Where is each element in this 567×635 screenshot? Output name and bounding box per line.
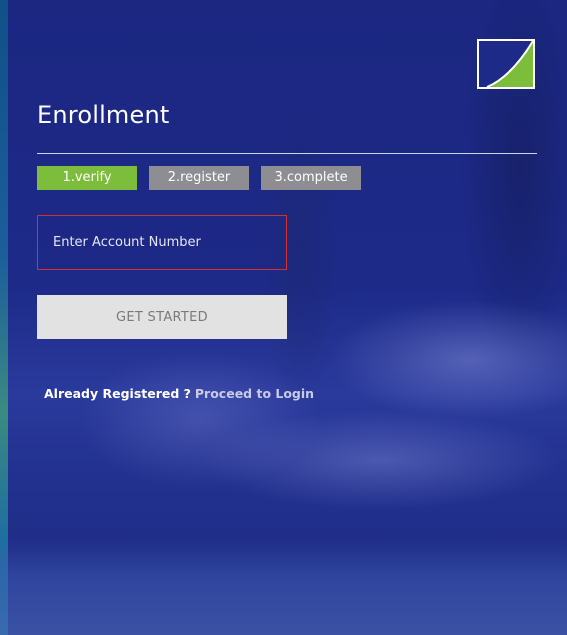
login-prompt: Already Registered ? Proceed to Login (44, 386, 314, 401)
enrollment-screen: Enrollment 1.verify 2.register 3.complet… (0, 0, 567, 635)
get-started-button[interactable]: GET STARTED (37, 295, 287, 339)
title-divider (37, 153, 537, 154)
account-number-field-wrapper (37, 215, 287, 270)
page-title: Enrollment (37, 101, 170, 129)
step-verify: 1.verify (37, 166, 137, 190)
step-register: 2.register (149, 166, 249, 190)
background-water (0, 540, 567, 635)
already-registered-text: Already Registered ? (44, 386, 191, 401)
step-complete: 3.complete (261, 166, 361, 190)
bank-logo-icon (477, 39, 535, 89)
proceed-to-login-link[interactable]: Proceed to Login (195, 386, 314, 401)
account-number-input[interactable] (38, 216, 286, 256)
